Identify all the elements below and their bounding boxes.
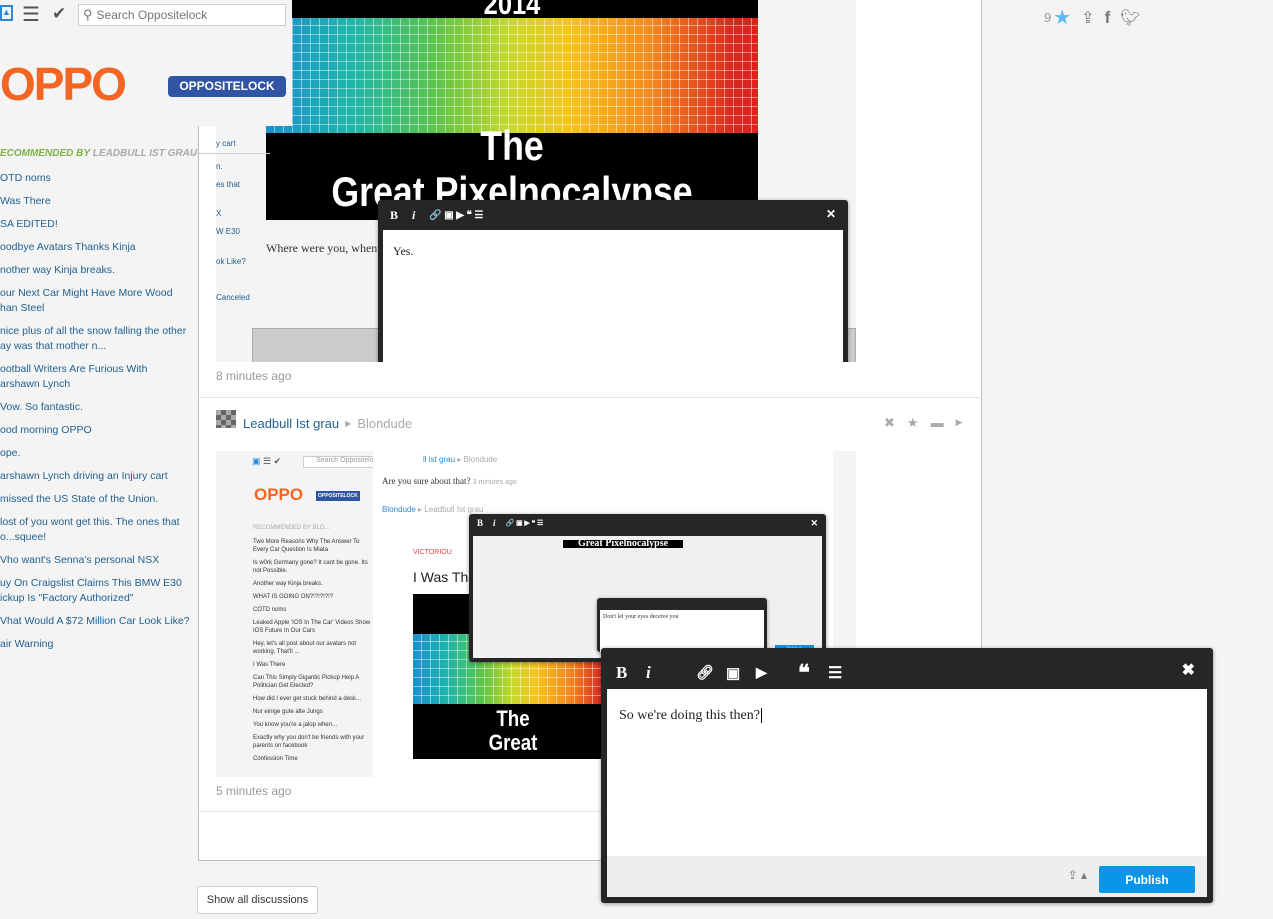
- search-box[interactable]: ⚲: [78, 4, 286, 26]
- sidebar-item[interactable]: lost of you wont get this. The ones that…: [0, 515, 200, 545]
- sidebar-item[interactable]: ood morning OPPO: [0, 423, 200, 438]
- oppositelock-badge[interactable]: OPPOSITELOCK: [168, 76, 286, 97]
- thumb-list-item: Is w0rk Germany gone? It cant be gone. I…: [253, 560, 368, 574]
- oppo-logo[interactable]: OPPO: [0, 56, 127, 112]
- recommend-count: 9: [1044, 10, 1052, 25]
- comment-editor: B i 🔗︎ ▣ ▶ ❝ ☰ ✖ So we're doing this the…: [601, 648, 1213, 903]
- list-icon[interactable]: ☰: [828, 663, 842, 683]
- thumb-list-item: I Was There: [253, 662, 286, 668]
- user-icon[interactable]: ▲: [0, 5, 13, 21]
- recommended-label: ECOMMENDED BY LEADBULL IST GRAU: [0, 148, 198, 159]
- reply-arrow-icon: ▶: [345, 419, 352, 428]
- sidebar-item[interactable]: air Warning: [0, 637, 200, 652]
- comment-body: Where were you, when: [266, 241, 378, 255]
- comment-timestamp: 5 minutes ago: [216, 784, 292, 798]
- share-icon[interactable]: ⇪: [1081, 8, 1094, 28]
- sidebar-item[interactable]: uy On Craigslist Claims This BMW E30 ick…: [0, 576, 200, 606]
- twitter-icon[interactable]: 🐦︎: [1120, 8, 1140, 28]
- comment-header: Leadbull Ist grau ▶ Blondude: [243, 416, 412, 431]
- nested-editor: Bi 🔗 ▣ ▶ ❝ ☰ ✕ Yes.: [378, 200, 848, 362]
- thumb-list-item: You know you're a jalop when...: [253, 722, 337, 728]
- thumb-list-item: Two More Reasons Why The Answer To Every…: [253, 539, 360, 553]
- search-icon: ⚲: [83, 7, 93, 22]
- sidebar-item[interactable]: Vow. So fantastic.: [0, 400, 200, 415]
- comment-timestamp: 8 minutes ago: [216, 369, 292, 383]
- star-icon[interactable]: ★: [1053, 5, 1071, 30]
- share-bar: 9 ★ ⇪ f 🐦︎: [1044, 5, 1141, 30]
- thumb-list-item: COTD noms: [253, 607, 287, 613]
- thumb-list-item: Another way Kinja breaks.: [253, 581, 323, 587]
- dismiss-icon[interactable]: ✖: [884, 415, 895, 431]
- reply-to-link[interactable]: Blondude: [357, 416, 412, 431]
- thumb-list-item: How did I ever get stuck behind a desk..…: [253, 696, 362, 702]
- italic-icon[interactable]: i: [646, 663, 696, 683]
- side-fragments: y cart n. es that X W E30 ok Like? Cance…: [216, 139, 250, 302]
- editor-textarea[interactable]: So we're doing this then?: [607, 689, 1207, 856]
- site-header: ▲ ☰ ✔ ⚲ OPPO OPPOSITELOCK: [0, 0, 292, 126]
- quote-icon[interactable]: ❝: [798, 660, 828, 686]
- sidebar-item[interactable]: Vho want's Senna's personal NSX: [0, 553, 200, 568]
- thumb-list-item: WHAT IS GOING ON?!?!?!?!?: [253, 594, 334, 600]
- reply-icon[interactable]: ▬: [931, 415, 944, 431]
- search-input[interactable]: [96, 8, 277, 22]
- facebook-icon[interactable]: f: [1105, 8, 1111, 28]
- editor-toolbar: B i 🔗︎ ▣ ▶ ❝ ☰: [616, 660, 842, 686]
- thumb-list-item: Confession Time: [253, 756, 298, 762]
- sidebar-item[interactable]: our Next Car Might Have More Wood han St…: [0, 286, 200, 316]
- author-link[interactable]: Leadbull Ist grau: [243, 416, 339, 431]
- sidebar-item[interactable]: Vhat Would A $72 Million Car Look Like?: [0, 614, 200, 629]
- sidebar-item[interactable]: ope.: [0, 446, 200, 461]
- sidebar-item[interactable]: arshawn Lynch driving an Injury cart: [0, 469, 200, 484]
- sidebar-item[interactable]: Was There: [0, 194, 200, 209]
- thumb-list: Two More Reasons Why The Answer To Every…: [253, 538, 371, 768]
- thumb-list-item: Nur einige gute alte Jungs: [253, 709, 323, 715]
- sidebar-item[interactable]: oodbye Avatars Thanks Kinja: [0, 240, 200, 255]
- sidebar-recommended: ECOMMENDED BY LEADBULL IST GRAU OTD noms…: [0, 148, 200, 660]
- avatar[interactable]: [216, 410, 236, 428]
- sidebar-item[interactable]: missed the US State of the Union.: [0, 492, 200, 507]
- video-icon[interactable]: ▶: [756, 665, 798, 682]
- link-icon[interactable]: 🔗︎: [696, 665, 726, 682]
- menu-icon[interactable]: ☰: [22, 2, 40, 27]
- publish-button[interactable]: Publish: [1099, 866, 1195, 893]
- thumb-list-item: Exactly why you don't be friends with yo…: [253, 735, 365, 749]
- sidebar-item[interactable]: OTD noms: [0, 171, 200, 186]
- thumb-list-item: Hey, let's all post about our avatars no…: [253, 641, 357, 655]
- close-icon[interactable]: ✖: [1182, 660, 1195, 680]
- comment-actions: ✖ ★ ▬ ▶: [884, 415, 962, 431]
- share-options-icon[interactable]: ⇪ ▴: [1068, 868, 1087, 882]
- star-icon[interactable]: ★: [907, 415, 919, 431]
- close-icon: ✕: [825, 207, 836, 221]
- comment-image-screenshot: y cart n. es that X W E30 ok Like? Cance…: [216, 0, 856, 362]
- sidebar-item[interactable]: ootball Writers Are Furious With arshawn…: [0, 362, 200, 392]
- sidebar-item[interactable]: SA EDITED!: [0, 217, 200, 232]
- bold-icon[interactable]: B: [616, 663, 646, 683]
- show-all-discussions-button[interactable]: Show all discussions: [197, 886, 318, 914]
- thumb-list-item: Leaked Apple 'IOS In The Car' Videos Sho…: [253, 620, 371, 634]
- image-icon[interactable]: ▣: [726, 664, 756, 683]
- more-icon[interactable]: ▶: [956, 415, 963, 431]
- divider: [198, 397, 982, 398]
- sidebar-item[interactable]: nice plus of all the snow falling the ot…: [0, 324, 200, 354]
- pixelnocalypse-image: 2014 The Great Pixelnocalypse: [266, 0, 758, 220]
- thumb-list-item: Can This Simply Gigantic Pickup Help A P…: [253, 675, 359, 689]
- sidebar-item[interactable]: nother way Kinja breaks.: [0, 263, 200, 278]
- editor-footer: ⇪ ▴ Publish: [607, 856, 1207, 897]
- nested-editor-text: Yes.: [383, 230, 843, 362]
- check-icon[interactable]: ✔: [52, 4, 66, 24]
